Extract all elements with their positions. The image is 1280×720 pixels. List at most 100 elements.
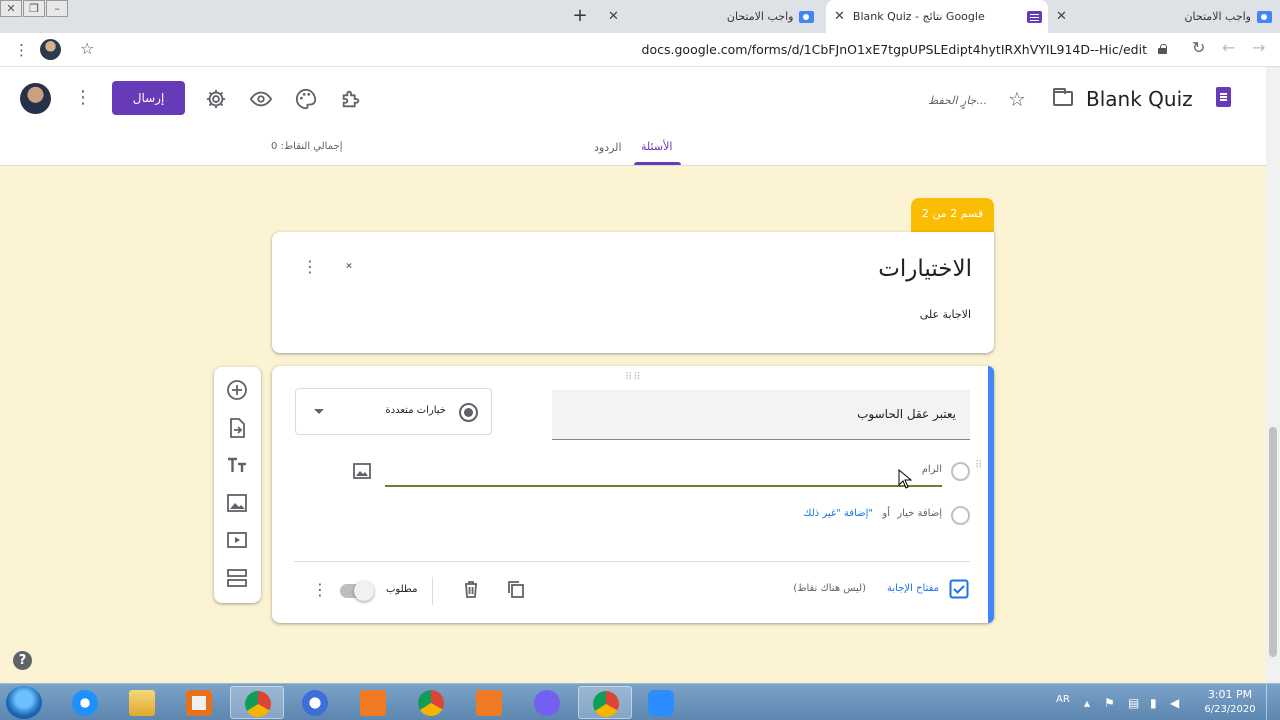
lock-icon[interactable] [1158,43,1167,54]
forward-icon[interactable]: → [1252,38,1265,57]
option-input-underline [385,485,942,487]
add-option-link[interactable]: إضافة خيار [897,508,942,519]
section-more-icon[interactable]: ⋮ [302,257,318,276]
chrome-icon [593,691,619,717]
chrome-taskbar-button-1[interactable] [230,686,284,719]
window-controls: ✕ ❐ – [0,0,69,18]
radio-type-icon [459,403,478,422]
option-drag-icon[interactable]: ⠿ [975,461,983,471]
form-title[interactable]: Blank Quiz [1086,87,1193,111]
new-tab-button[interactable]: + [570,5,590,26]
send-button[interactable]: إرسال [112,81,185,115]
browser-tab-3[interactable]: ✕ واجب الامتحان [1048,0,1278,33]
clock-date[interactable]: 6/23/2020 [1200,704,1260,715]
show-desktop-button[interactable] [1266,684,1280,720]
delete-icon[interactable] [461,579,481,599]
section-description[interactable]: الاجابة على [920,308,971,321]
question-card[interactable]: ⠿⠿ يعتبر عقل الحاسوب خيارات متعددة ⠿ الر… [272,366,994,623]
answer-key-link[interactable]: مفتاح الإجابة [887,583,939,594]
duplicate-icon[interactable] [506,579,526,599]
close-tab-icon[interactable]: ✕ [1056,9,1067,24]
close-tab-icon[interactable]: ✕ [834,9,845,24]
reload-icon[interactable]: ↻ [1192,38,1205,57]
browser-tab-1[interactable]: ✕ واجب الامتحان [600,0,820,33]
flag-icon[interactable]: ⚑ [1104,696,1115,710]
option-1-text[interactable]: الرام [922,464,942,475]
help-icon[interactable]: ? [13,651,32,670]
viber-taskbar-button[interactable] [520,686,574,719]
app-taskbar-button[interactable] [288,686,342,719]
minimize-window-button[interactable]: – [46,0,68,17]
back-icon[interactable]: ← [1222,38,1235,57]
profile-avatar[interactable] [40,39,61,60]
theme-palette-icon[interactable] [295,88,317,110]
tab-responses[interactable]: الردود [594,141,622,154]
language-indicator[interactable]: AR [1056,694,1070,705]
restore-window-button[interactable]: ❐ [23,0,45,17]
capture-icon [476,690,502,716]
add-video-icon[interactable] [226,529,248,551]
settings-icon[interactable] [205,88,227,110]
url-field[interactable]: docs.google.com/forms/d/1CbFJnO1xE7tgpUP… [642,42,1147,57]
spiral-app-icon [302,690,328,716]
add-title-icon[interactable] [226,454,248,476]
close-window-button[interactable]: ✕ [0,0,22,17]
add-image-icon[interactable] [226,492,248,514]
question-type-select[interactable]: خيارات متعددة [295,388,492,435]
collapse-icon[interactable]: ⌄ ⌃ [344,256,354,276]
explorer-taskbar-button[interactable] [115,686,169,719]
screenshot-taskbar-button[interactable] [346,686,400,719]
network-icon[interactable]: ▤ [1128,696,1139,710]
section-title[interactable]: الاختيارات [878,256,972,282]
add-question-icon[interactable] [226,379,248,401]
add-section-icon[interactable] [226,567,248,589]
star-icon[interactable]: ☆ [1008,87,1026,111]
footer-divider [294,561,970,562]
preview-eye-icon[interactable] [249,88,273,110]
option-radio [951,506,970,525]
add-image-icon[interactable] [353,463,371,479]
addons-puzzle-icon[interactable] [340,88,362,110]
browser-tab-strip: ✕ ❐ – + ✕ واجب الامتحان ✕ Blank Quiz - ن… [0,0,1280,33]
forms-icon [1027,10,1042,23]
bookmark-star-icon[interactable]: ☆ [80,39,94,58]
ie-icon [72,690,98,716]
tab-questions[interactable]: الأسئلة [641,140,672,153]
capture-taskbar-button[interactable] [462,686,516,719]
ie-taskbar-button[interactable] [58,686,112,719]
answer-key-icon[interactable] [949,579,969,599]
chrome-taskbar-button-3[interactable] [578,686,632,719]
media-player-icon [186,690,212,716]
required-toggle[interactable] [340,581,374,601]
clock-time[interactable]: 3:01 PM [1200,688,1260,701]
required-label: مطلوب [386,584,418,595]
import-questions-icon[interactable] [226,417,248,439]
option-row-1[interactable]: ⠿ الرام [272,458,994,488]
page-scrollbar[interactable] [1266,67,1280,683]
question-more-icon[interactable]: ⋮ [312,580,328,599]
browser-tab-2[interactable]: ✕ Blank Quiz - نتائج Google [826,0,1048,33]
scrollbar-thumb[interactable] [1269,427,1277,657]
forms-header: ⋮ إرسال جارٍ الحفظ... ☆ Blank Quiz الأسئ… [0,67,1266,166]
browser-menu-icon[interactable]: ⋮ [14,41,29,59]
battery-icon[interactable]: ▮ [1150,696,1157,710]
viber-icon [534,690,560,716]
close-tab-icon[interactable]: ✕ [608,9,619,24]
chrome-taskbar-button-2[interactable] [404,686,458,719]
media-taskbar-button[interactable] [172,686,226,719]
tray-arrow-icon[interactable]: ▴ [1084,696,1090,710]
contacts-icon [799,10,815,23]
folder-icon[interactable] [1053,88,1073,106]
question-input[interactable]: يعتبر عقل الحاسوب [552,390,970,440]
volume-icon[interactable]: ◀ [1170,696,1179,710]
chrome-icon [418,690,444,716]
active-question-bar [988,366,994,623]
more-options-icon[interactable]: ⋮ [74,87,92,108]
start-button[interactable] [6,686,42,719]
forms-logo-icon[interactable] [1216,87,1231,107]
user-avatar[interactable] [20,83,51,114]
zoom-taskbar-button[interactable] [634,686,688,719]
drag-handle-icon[interactable]: ⠿⠿ [625,372,642,383]
add-other-link[interactable]: إضافة "غير ذلك" [803,508,873,519]
section-header-card[interactable]: ⋮ ⌄ ⌃ الاختيارات الاجابة على [272,232,994,353]
